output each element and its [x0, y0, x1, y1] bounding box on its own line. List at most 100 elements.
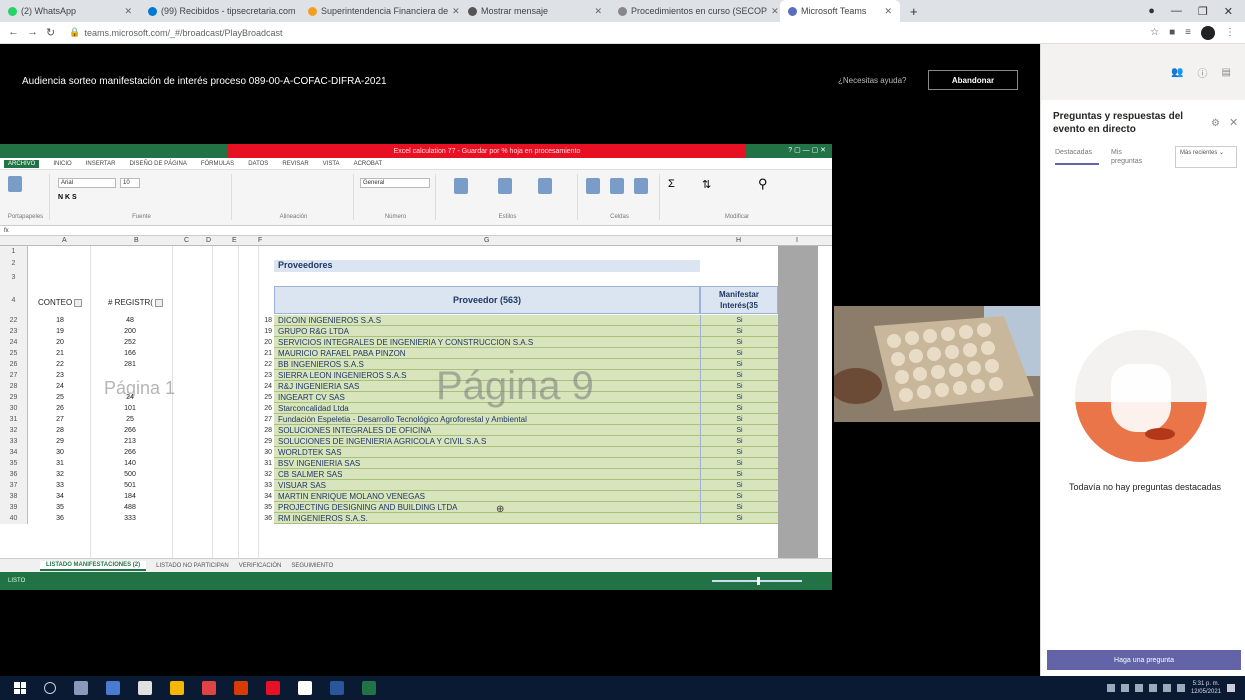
- word-icon[interactable]: [330, 681, 344, 695]
- cell-manifestar[interactable]: Si: [700, 381, 778, 392]
- header-proveedor[interactable]: Proveedor (563): [274, 286, 700, 314]
- tab-featured[interactable]: Destacadas: [1055, 148, 1099, 165]
- insert-cells-icon[interactable]: [586, 178, 600, 194]
- cell-number[interactable]: 36: [258, 513, 274, 524]
- notes-icon[interactable]: ▤: [1222, 67, 1231, 78]
- row-number[interactable]: 37: [0, 480, 28, 491]
- cell-conteo[interactable]: 27: [30, 414, 90, 425]
- close-tab-icon[interactable]: ✕: [594, 6, 602, 17]
- cell-proveedor[interactable]: VISUAR SAS: [274, 480, 700, 491]
- row-number[interactable]: 2: [0, 258, 28, 270]
- cell-manifestar[interactable]: Si: [700, 370, 778, 381]
- excel-icon[interactable]: [362, 681, 376, 695]
- zoom-slider[interactable]: [712, 577, 802, 585]
- maximize-icon[interactable]: ❐: [1198, 5, 1208, 18]
- browser-tab[interactable]: Procedimientos en curso (SECOP ✕: [610, 0, 780, 22]
- acrobat-icon[interactable]: [266, 681, 280, 695]
- star-icon[interactable]: ☆: [1150, 27, 1159, 38]
- col-header-i[interactable]: I: [796, 237, 798, 244]
- new-tab-button[interactable]: +: [900, 4, 918, 19]
- cell-registro[interactable]: 25: [90, 414, 170, 425]
- cell-proveedor[interactable]: GRUPO R&G LTDA: [274, 326, 700, 337]
- cell-registro[interactable]: 501: [90, 480, 170, 491]
- sheet-tab[interactable]: VERIFICACIÓN: [239, 563, 282, 569]
- close-icon[interactable]: ✕: [1229, 116, 1238, 129]
- menu-formulas[interactable]: FÓRMULAS: [201, 161, 234, 167]
- cell-manifestar[interactable]: Si: [700, 480, 778, 491]
- more-icon[interactable]: ⋮: [1225, 27, 1235, 38]
- notifications-icon[interactable]: [1227, 684, 1235, 692]
- browser-tab[interactable]: (99) Recibidos - tipsecretaria.com✕: [140, 0, 300, 22]
- cell-manifestar[interactable]: Si: [700, 513, 778, 524]
- browser-tab[interactable]: Superintendencia Financiera de ✕: [300, 0, 460, 22]
- header-manifestar[interactable]: Manifestar Interés(35: [700, 286, 778, 314]
- row-number[interactable]: 22: [0, 315, 28, 326]
- people-icon[interactable]: 👥: [1171, 67, 1183, 78]
- cell-number[interactable]: 31: [258, 458, 274, 469]
- sheet-tab[interactable]: SEGUIMIENTO: [291, 563, 333, 569]
- cell-proveedor[interactable]: Fundación Espeletia - Desarrollo Tecnoló…: [274, 414, 700, 425]
- cell-manifestar[interactable]: Si: [700, 337, 778, 348]
- conditional-format-icon[interactable]: [454, 178, 468, 194]
- row-number[interactable]: 40: [0, 513, 28, 524]
- cell-number[interactable]: 35: [258, 502, 274, 513]
- cell-registro[interactable]: 500: [90, 469, 170, 480]
- cell-number[interactable]: 30: [258, 447, 274, 458]
- cell-registro[interactable]: 252: [90, 337, 170, 348]
- help-link[interactable]: ¿Necesitas ayuda?: [838, 76, 906, 85]
- autosum-icon[interactable]: Σ: [668, 178, 675, 190]
- delete-cells-icon[interactable]: [610, 178, 624, 194]
- sheet-tab-active[interactable]: LISTADO MANIFESTACIONES (2): [40, 560, 147, 571]
- browser-tab-active[interactable]: Microsoft Teams ✕: [780, 0, 900, 22]
- cell-proveedor[interactable]: RM INGENIEROS S.A.S.: [274, 513, 700, 524]
- settings-icon[interactable]: ⚙: [1211, 118, 1220, 129]
- number-format-select[interactable]: General: [360, 178, 430, 188]
- taskbar-clock[interactable]: 5:31 p. m. 12/05/2021: [1191, 680, 1221, 696]
- cell-proveedor[interactable]: MAURICIO RAFAEL PABA PINZON: [274, 348, 700, 359]
- menu-datos[interactable]: DATOS: [248, 161, 268, 167]
- cell-conteo[interactable]: 24: [30, 381, 90, 392]
- close-tab-icon[interactable]: ✕: [452, 6, 460, 17]
- bold-icon[interactable]: N K S: [58, 194, 77, 201]
- cell-conteo[interactable]: 33: [30, 480, 90, 491]
- browser-tab[interactable]: (2) WhatsApp ✕: [0, 0, 140, 22]
- row-number[interactable]: 23: [0, 326, 28, 337]
- row-number[interactable]: 4: [0, 286, 28, 315]
- cell-number[interactable]: 18: [258, 315, 274, 326]
- menu-insertar[interactable]: INSERTAR: [86, 161, 116, 167]
- cell-registro[interactable]: 266: [90, 425, 170, 436]
- cell-conteo[interactable]: 30: [30, 447, 90, 458]
- cell-conteo[interactable]: 21: [30, 348, 90, 359]
- cell-registro[interactable]: 213: [90, 436, 170, 447]
- cell-registro[interactable]: 266: [90, 447, 170, 458]
- close-window-icon[interactable]: ✕: [1224, 5, 1233, 18]
- cell-styles-icon[interactable]: [538, 178, 552, 194]
- menu-inicio[interactable]: INICIO: [53, 161, 71, 167]
- task-view-icon[interactable]: [74, 681, 88, 695]
- cell-manifestar[interactable]: Si: [700, 392, 778, 403]
- url-input[interactable]: 🔒 teams.microsoft.com/_#/broadcast/PlayBr…: [63, 25, 463, 41]
- powerpoint-icon[interactable]: [234, 681, 248, 695]
- row-number[interactable]: 3: [0, 270, 28, 286]
- cell-proveedor[interactable]: SERVICIOS INTEGRALES DE INGENIERIA Y CON…: [274, 337, 700, 348]
- tray-icon[interactable]: [1134, 684, 1143, 692]
- cell-registro[interactable]: 200: [90, 326, 170, 337]
- cell-number[interactable]: 23: [258, 370, 274, 381]
- format-cells-icon[interactable]: [634, 178, 648, 194]
- row-number[interactable]: 39: [0, 502, 28, 513]
- cell-manifestar[interactable]: Si: [700, 502, 778, 513]
- cell-conteo[interactable]: 22: [30, 359, 90, 370]
- cell-conteo[interactable]: 23: [30, 370, 90, 381]
- back-icon[interactable]: ←: [8, 26, 19, 39]
- row-number[interactable]: 38: [0, 491, 28, 502]
- cell-number[interactable]: 20: [258, 337, 274, 348]
- cell-conteo[interactable]: 31: [30, 458, 90, 469]
- cell-registro[interactable]: 333: [90, 513, 170, 524]
- header-registro[interactable]: # REGISTR(: [108, 298, 163, 307]
- row-number[interactable]: 33: [0, 436, 28, 447]
- cell-number[interactable]: 27: [258, 414, 274, 425]
- cell-registro[interactable]: 101: [90, 403, 170, 414]
- cell-conteo[interactable]: 19: [30, 326, 90, 337]
- font-size-select[interactable]: 10: [120, 178, 140, 188]
- cell-registro[interactable]: 184: [90, 491, 170, 502]
